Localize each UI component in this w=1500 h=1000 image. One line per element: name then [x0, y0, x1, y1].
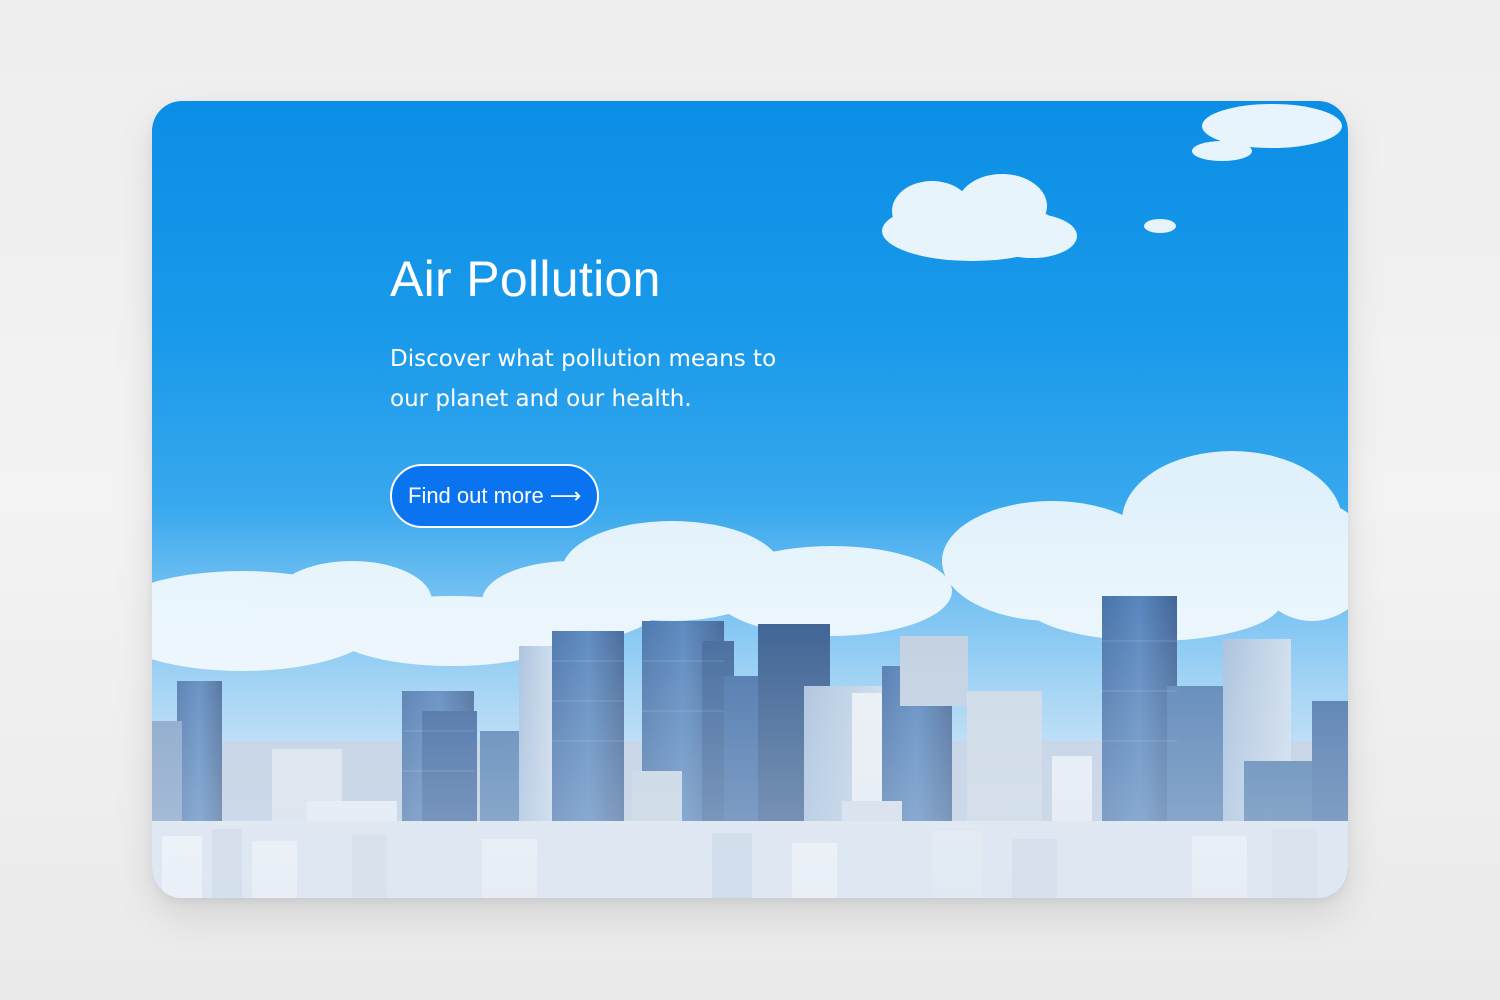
hero-title: Air Pollution [390, 251, 661, 307]
hero-card: Air Pollution Discover what pollution me… [152, 101, 1348, 898]
city-skyline-image [152, 104, 1348, 898]
hero-content: Air Pollution Discover what pollution me… [390, 251, 850, 419]
hero-subtitle: Discover what pollution means to our pla… [390, 345, 777, 412]
find-out-more-label: Find out more [408, 483, 544, 508]
find-out-more-button[interactable]: Find out more ⟶ [390, 464, 600, 528]
arrow-right-icon: ⟶ [549, 483, 582, 508]
